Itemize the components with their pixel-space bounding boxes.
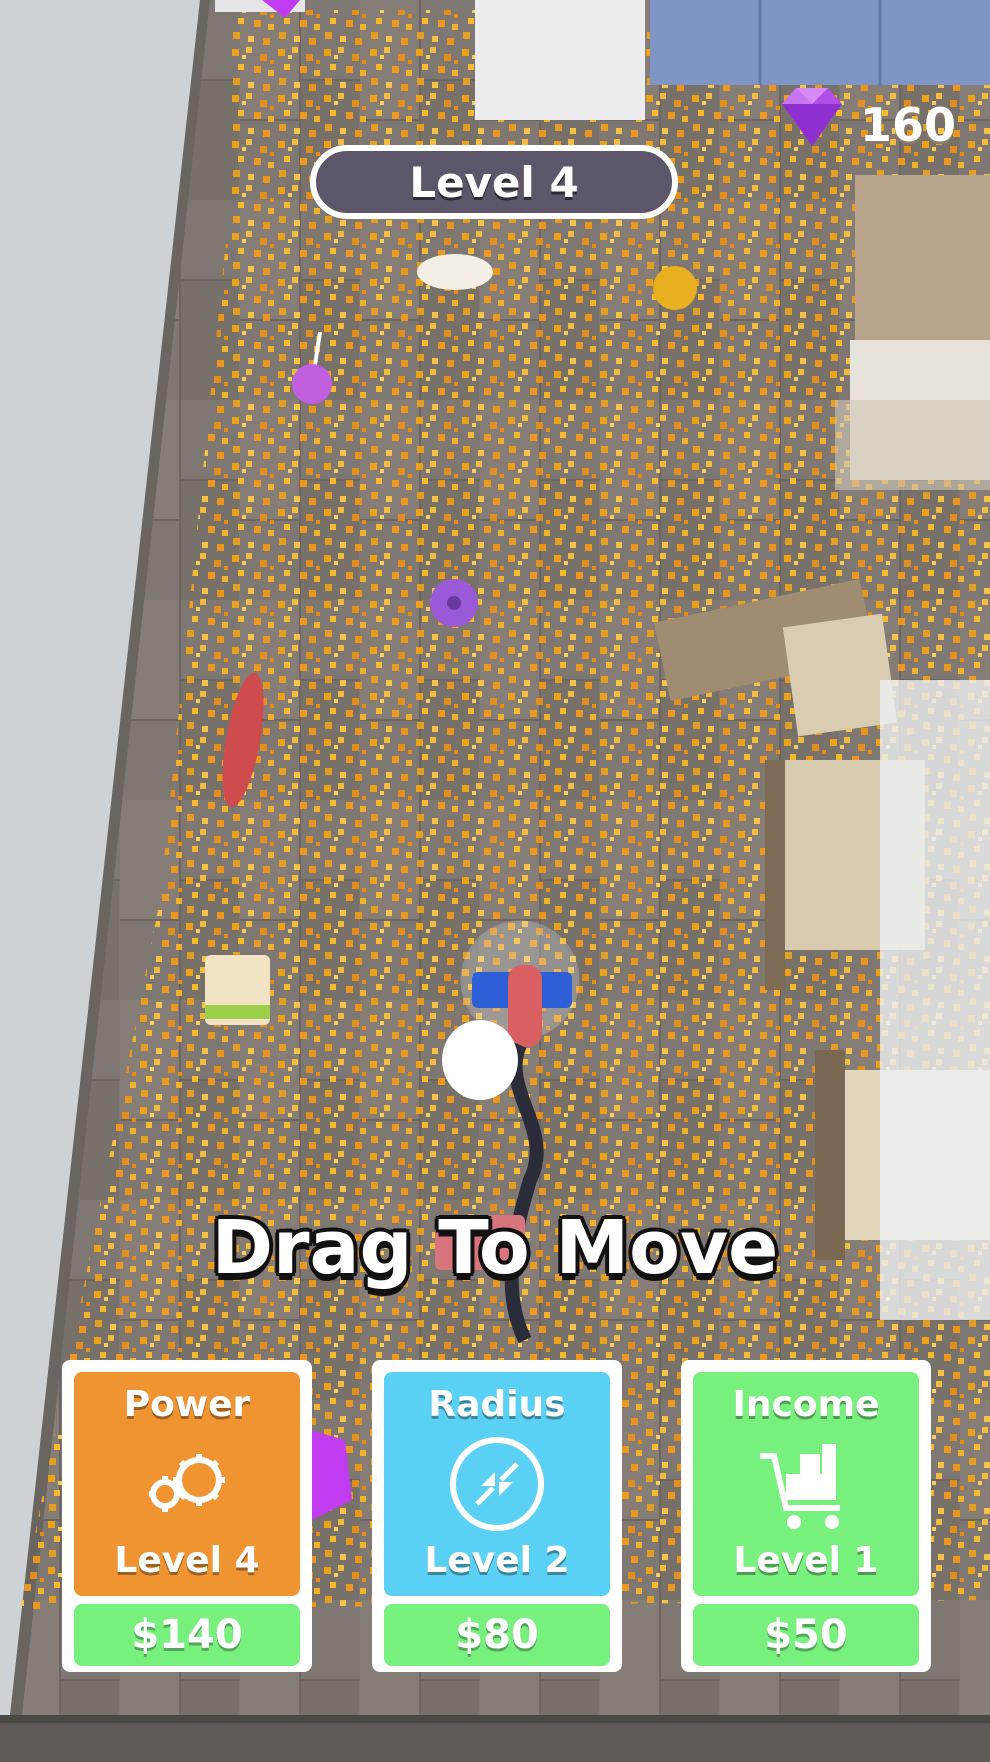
- income-card-header: Income Level 1: [693, 1372, 919, 1596]
- income-buy-button[interactable]: $50: [693, 1604, 919, 1666]
- gears-icon: [149, 1454, 225, 1512]
- diamond-icon: [782, 88, 842, 146]
- radius-title: Radius: [428, 1384, 566, 1425]
- radius-card-header: Radius Level 2: [384, 1372, 610, 1596]
- level-label: Level 4: [409, 157, 579, 207]
- radius-level: Level 2: [424, 1540, 570, 1581]
- drag-to-move-hint: Drag To Move: [211, 1205, 779, 1291]
- gem-count: 160: [860, 98, 957, 152]
- radius-icon: [450, 1437, 544, 1531]
- income-upgrade-card[interactable]: Income Level 1 $50: [681, 1360, 931, 1672]
- cart-icon: [760, 1444, 840, 1529]
- power-title: Power: [123, 1384, 251, 1425]
- radius-buy-button[interactable]: $80: [384, 1604, 610, 1666]
- gem-counter: 160: [768, 80, 990, 170]
- income-level: Level 1: [733, 1540, 879, 1581]
- radius-upgrade-card[interactable]: Radius Level 2 $80: [372, 1360, 622, 1672]
- income-title: Income: [732, 1384, 880, 1425]
- power-upgrade-card[interactable]: Power Level 4 $140: [62, 1360, 312, 1672]
- power-card-header: Power Level 4: [74, 1372, 300, 1596]
- level-indicator: Level 4: [310, 145, 678, 219]
- power-buy-button[interactable]: $140: [74, 1604, 300, 1666]
- power-level: Level 4: [114, 1540, 260, 1581]
